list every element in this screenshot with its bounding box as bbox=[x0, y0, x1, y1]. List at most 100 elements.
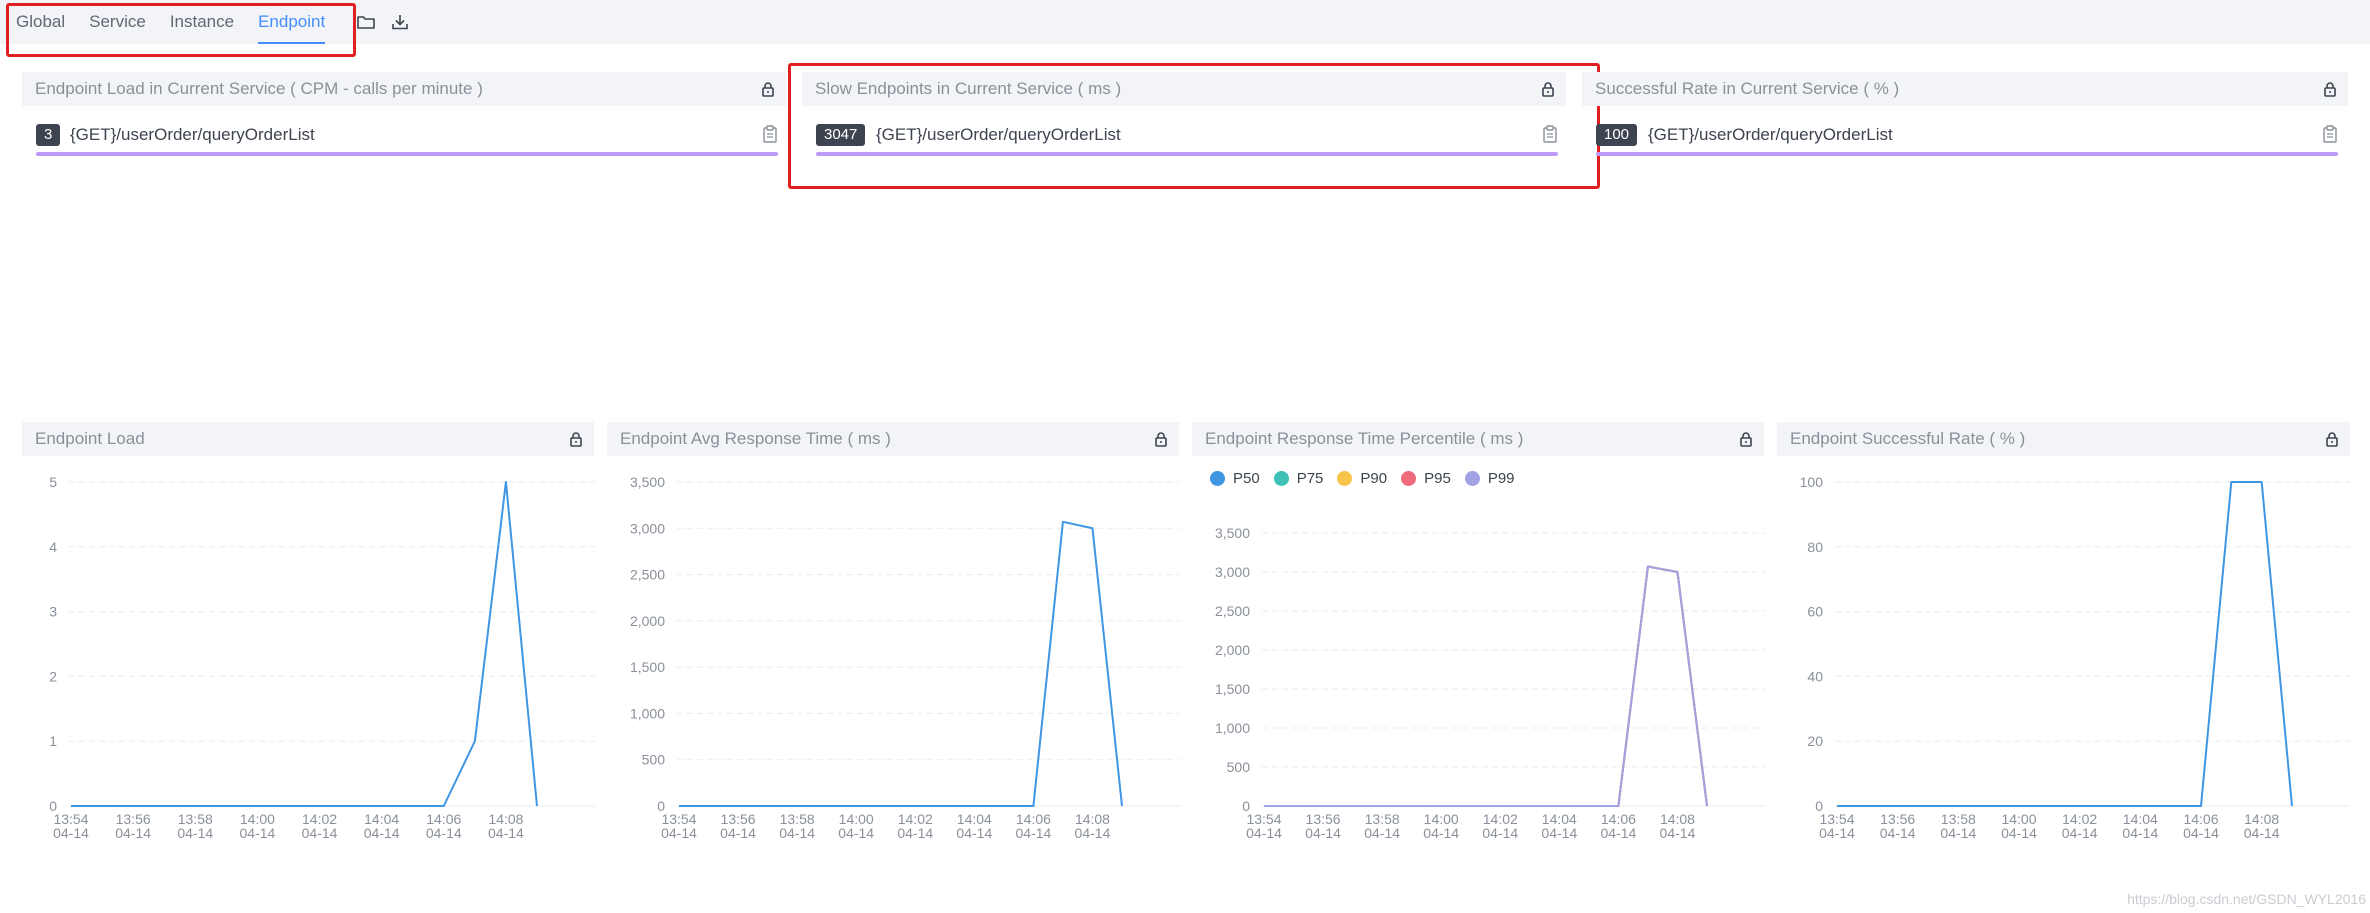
series-line bbox=[71, 481, 538, 807]
y-tick-label: 1 bbox=[49, 733, 57, 749]
x-tick-date: 04-14 bbox=[1880, 825, 1916, 841]
y-tick-label: 3,500 bbox=[630, 474, 665, 490]
x-tick-date: 04-14 bbox=[1423, 825, 1459, 841]
chart-percentile-header: Endpoint Response Time Percentile ( ms ) bbox=[1192, 422, 1764, 456]
y-tick-label: 100 bbox=[1800, 474, 1824, 490]
series-line bbox=[679, 520, 1123, 807]
chart-successful-rate-header: Endpoint Successful Rate ( % ) bbox=[1777, 422, 2350, 456]
watermark: https://blog.csdn.net/GSDN_WYL2016 bbox=[2127, 891, 2366, 907]
x-tick-date: 04-14 bbox=[2062, 825, 2098, 841]
x-tick-date: 04-14 bbox=[1305, 825, 1341, 841]
x-tick-date: 04-14 bbox=[1246, 825, 1282, 841]
y-tick-label: 3,500 bbox=[1215, 525, 1250, 541]
clipboard-icon[interactable] bbox=[2322, 125, 2338, 143]
panel-slow-endpoints-header: Slow Endpoints in Current Service ( ms ) bbox=[802, 72, 1566, 106]
y-tick-label: 1,500 bbox=[630, 659, 665, 675]
value-bar bbox=[36, 152, 778, 156]
x-tick-date: 04-14 bbox=[2244, 825, 2280, 841]
endpoint-load-chart: 01234513:5404-1413:5604-1413:5804-1414:0… bbox=[49, 474, 595, 841]
x-tick-date: 04-14 bbox=[2001, 825, 2037, 841]
y-tick-label: 2 bbox=[49, 668, 57, 684]
y-tick-label: 60 bbox=[1807, 604, 1823, 620]
tab-instance[interactable]: Instance bbox=[170, 0, 234, 44]
y-tick-label: 1,000 bbox=[630, 705, 665, 721]
x-tick-date: 04-14 bbox=[2183, 825, 2219, 841]
y-tick-label: 3,000 bbox=[630, 520, 665, 536]
series-line bbox=[1264, 565, 1708, 807]
x-tick-date: 04-14 bbox=[302, 825, 338, 841]
y-tick-label: 1,500 bbox=[1215, 681, 1250, 697]
chart-title: Endpoint Successful Rate ( % ) bbox=[1790, 429, 2026, 448]
x-tick-date: 04-14 bbox=[426, 825, 462, 841]
y-tick-label: 20 bbox=[1807, 733, 1823, 749]
x-tick-date: 04-14 bbox=[1075, 825, 1111, 841]
folder-icon[interactable] bbox=[356, 12, 376, 32]
series-line bbox=[1264, 565, 1708, 807]
series-line bbox=[1264, 565, 1708, 807]
successful-rate-chart: 02040608010013:5404-1413:5604-1413:5804-… bbox=[1800, 474, 2350, 841]
x-tick-date: 04-14 bbox=[1600, 825, 1636, 841]
x-tick-date: 04-14 bbox=[1364, 825, 1400, 841]
x-tick-date: 04-14 bbox=[364, 825, 400, 841]
series-line bbox=[1837, 481, 2293, 807]
x-tick-date: 04-14 bbox=[897, 825, 933, 841]
lock-icon[interactable] bbox=[1540, 81, 1556, 97]
chart-title: Endpoint Load bbox=[35, 429, 145, 448]
clipboard-icon[interactable] bbox=[762, 125, 778, 143]
panel-endpoint-load-header: Endpoint Load in Current Service ( CPM -… bbox=[22, 72, 786, 106]
tab-service[interactable]: Service bbox=[89, 0, 146, 44]
y-tick-label: 500 bbox=[1227, 759, 1251, 775]
y-tick-label: 500 bbox=[642, 752, 666, 768]
dashboard-tabs: Global Service Instance Endpoint bbox=[16, 0, 349, 44]
x-tick-date: 04-14 bbox=[1541, 825, 1577, 841]
chart-title: Endpoint Avg Response Time ( ms ) bbox=[620, 429, 891, 448]
x-tick-date: 04-14 bbox=[956, 825, 992, 841]
panel-title: Slow Endpoints in Current Service ( ms ) bbox=[815, 79, 1122, 98]
x-tick-date: 04-14 bbox=[779, 825, 815, 841]
chart-endpoint-load-header: Endpoint Load bbox=[22, 422, 594, 456]
y-tick-label: 2,000 bbox=[1215, 642, 1250, 658]
endpoint-name: {GET}/userOrder/queryOrderList bbox=[70, 125, 315, 144]
x-tick-date: 04-14 bbox=[115, 825, 151, 841]
y-tick-label: 5 bbox=[49, 474, 57, 490]
series-line bbox=[1264, 565, 1708, 807]
percentile-chart: 05001,0001,5002,0002,5003,0003,50013:540… bbox=[1215, 525, 1765, 841]
lock-icon[interactable] bbox=[2324, 431, 2340, 447]
value-bar bbox=[1596, 152, 2338, 156]
chart-title: Endpoint Response Time Percentile ( ms ) bbox=[1205, 429, 1524, 448]
series-line bbox=[1264, 565, 1708, 807]
endpoint-name: {GET}/userOrder/queryOrderList bbox=[876, 125, 1121, 144]
clipboard-icon[interactable] bbox=[1542, 125, 1558, 143]
x-tick-date: 04-14 bbox=[1819, 825, 1855, 841]
x-tick-date: 04-14 bbox=[1482, 825, 1518, 841]
list-item[interactable]: 3 {GET}/userOrder/queryOrderList bbox=[36, 120, 778, 156]
list-item[interactable]: 100 {GET}/userOrder/queryOrderList bbox=[1596, 120, 2338, 156]
value-bar bbox=[816, 152, 1558, 156]
x-tick-date: 04-14 bbox=[53, 825, 89, 841]
y-tick-label: 2,500 bbox=[630, 567, 665, 583]
panel-title: Successful Rate in Current Service ( % ) bbox=[1595, 79, 1900, 98]
y-tick-label: 2,500 bbox=[1215, 603, 1250, 619]
y-tick-label: 80 bbox=[1807, 539, 1823, 555]
x-tick-date: 04-14 bbox=[2122, 825, 2158, 841]
y-tick-label: 40 bbox=[1807, 668, 1823, 684]
value-badge: 3047 bbox=[816, 124, 866, 146]
y-tick-label: 3 bbox=[49, 604, 57, 620]
x-tick-date: 04-14 bbox=[239, 825, 275, 841]
y-tick-label: 1,000 bbox=[1215, 720, 1250, 736]
download-icon[interactable] bbox=[390, 12, 410, 32]
x-tick-date: 04-14 bbox=[838, 825, 874, 841]
x-tick-date: 04-14 bbox=[661, 825, 697, 841]
x-tick-date: 04-14 bbox=[1940, 825, 1976, 841]
value-badge: 3 bbox=[36, 124, 61, 146]
lock-icon[interactable] bbox=[1153, 431, 1169, 447]
chart-avg-response-header: Endpoint Avg Response Time ( ms ) bbox=[607, 422, 1179, 456]
tab-global[interactable]: Global bbox=[16, 0, 65, 44]
tab-endpoint[interactable]: Endpoint bbox=[258, 0, 326, 44]
lock-icon[interactable] bbox=[568, 431, 584, 447]
endpoint-name: {GET}/userOrder/queryOrderList bbox=[1648, 125, 1893, 144]
lock-icon[interactable] bbox=[1738, 431, 1754, 447]
list-item[interactable]: 3047 {GET}/userOrder/queryOrderList bbox=[816, 120, 1558, 156]
lock-icon[interactable] bbox=[2322, 81, 2338, 97]
lock-icon[interactable] bbox=[760, 81, 776, 97]
